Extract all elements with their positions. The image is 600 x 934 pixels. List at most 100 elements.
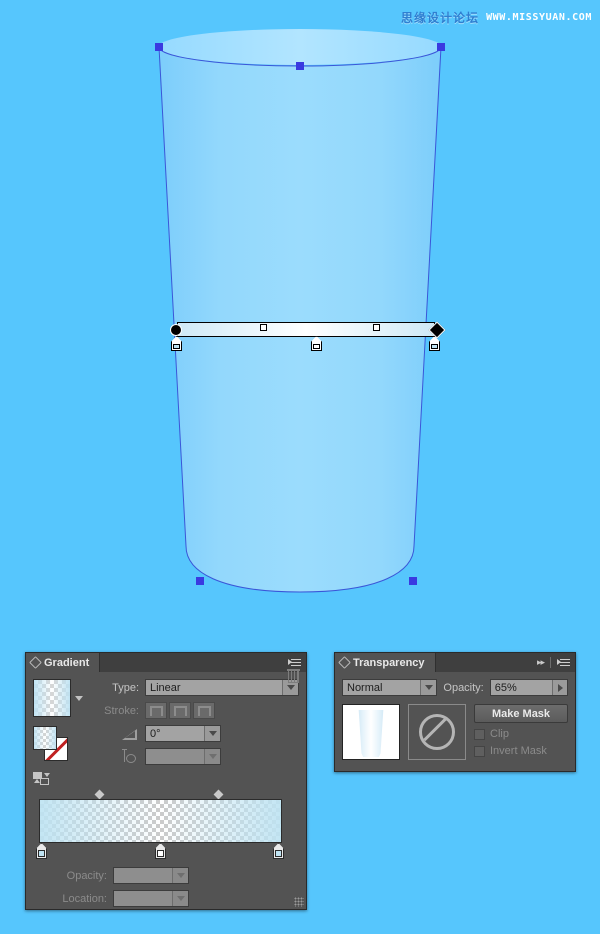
gradient-stroke-row: Stroke: [93, 702, 299, 719]
clip-label: Clip [490, 728, 509, 740]
gradient-slider[interactable] [36, 789, 284, 861]
gradient-panel[interactable]: Gradient Type: Linear Stroke: 0° Opacity… [25, 652, 307, 910]
transparency-panel[interactable]: Transparency ▸▸ Normal Opacity: 65% Make… [334, 652, 576, 772]
gradient-location-label: Location: [62, 892, 107, 905]
panel-menu-icon[interactable] [557, 658, 570, 667]
panel-resize-grip[interactable] [294, 897, 304, 907]
gradient-annotator[interactable] [170, 321, 446, 351]
mask-controls: Make Mask Clip Invert Mask [474, 704, 568, 757]
fill-stroke-mode-icon[interactable] [33, 772, 55, 786]
invert-mask-label: Invert Mask [490, 745, 547, 757]
clip-checkbox[interactable] [474, 728, 485, 740]
fill-swatch[interactable] [33, 726, 57, 750]
gradient-slider-track[interactable] [39, 799, 282, 843]
gradient-swatch-dropdown-icon[interactable] [75, 695, 83, 701]
gradient-location-row: Location: [33, 890, 299, 907]
chevron-down-icon[interactable] [204, 726, 220, 741]
cup-vector [158, 29, 442, 592]
watermark-cn: 思缘设计论坛 [401, 11, 480, 25]
cup-rim-ellipse [158, 29, 442, 65]
gradient-fill-swatch[interactable] [33, 679, 71, 717]
chevron-down-icon[interactable] [204, 749, 220, 764]
gradient-panel-body: Type: Linear Stroke: 0° Opacity: Locatio… [26, 669, 306, 920]
gradient-midpoint-marker[interactable] [213, 789, 224, 800]
opacity-label: Opacity: [443, 681, 484, 694]
blend-mode-value: Normal [343, 680, 421, 695]
opacity-stepper-icon[interactable] [552, 680, 567, 695]
stroke-label: Stroke: [104, 704, 139, 717]
stroke-gradient-along-button[interactable] [169, 702, 191, 719]
illustrator-screenshot: 思缘设计论坛 WWW.MISSYUAN.COM Gradient Type: L… [0, 0, 600, 934]
mask-row: Make Mask Clip Invert Mask [342, 704, 568, 760]
gradient-midpoint-marker[interactable] [94, 789, 105, 800]
transparency-panel-tabbar: Transparency ▸▸ [335, 653, 575, 672]
gradient-opacity-label: Opacity: [66, 869, 107, 882]
thumbnail-cup-shape [358, 710, 384, 757]
gradient-stop-handle[interactable] [311, 336, 322, 351]
gradient-type-value: Linear [146, 680, 282, 695]
gradient-angle-row: 0° [93, 725, 299, 742]
opacity-value: 65% [490, 680, 552, 695]
gradient-angle-icon [122, 727, 139, 740]
gradient-aspect-row [93, 748, 299, 765]
artwork-thumbnail[interactable] [342, 704, 400, 760]
gradient-aspect-value [146, 749, 204, 764]
gradient-stops-row [36, 843, 284, 861]
gradient-midpoint-row [39, 789, 282, 800]
paper-cup-artwork[interactable] [0, 0, 600, 640]
gradient-location-value [114, 891, 172, 906]
gradient-midpoint-marker[interactable] [260, 324, 267, 331]
gradient-right-column: Type: Linear Stroke: 0° [93, 679, 299, 786]
gradient-midpoint-marker[interactable] [373, 324, 380, 331]
stroke-gradient-across-button[interactable] [193, 702, 215, 719]
cup-body-path [159, 47, 441, 592]
clip-checkbox-row[interactable]: Clip [474, 728, 568, 740]
gradient-left-column [33, 679, 85, 786]
gradient-panel-tabbar: Gradient [26, 653, 306, 672]
fill-stroke-indicator-icon[interactable] [33, 726, 69, 762]
gradient-stop-handle[interactable] [273, 843, 284, 859]
gradient-aspect-input[interactable] [145, 748, 221, 765]
gradient-stop-handle[interactable] [429, 336, 440, 351]
gradient-opacity-input[interactable] [113, 867, 189, 884]
delete-stop-icon[interactable] [287, 669, 300, 684]
gradient-slider-fill [40, 800, 281, 842]
tab-transparency-label: Transparency [353, 656, 425, 669]
transparency-panel-body: Normal Opacity: 65% Make Mask Clip Inver… [335, 672, 575, 767]
gradient-opacity-row: Opacity: [33, 867, 299, 884]
tab-gradient-label: Gradient [44, 656, 90, 669]
no-mask-icon [419, 714, 455, 750]
blend-mode-select[interactable]: Normal [342, 679, 438, 696]
opacity-input[interactable]: 65% [489, 679, 568, 696]
gradient-stop-handle[interactable] [155, 843, 166, 859]
gradient-location-input[interactable] [113, 890, 189, 907]
gradient-type-select[interactable]: Linear [145, 679, 299, 696]
stroke-gradient-within-button[interactable] [145, 702, 167, 719]
watermark: 思缘设计论坛 WWW.MISSYUAN.COM [401, 9, 592, 26]
gradient-type-row: Type: Linear [93, 679, 299, 696]
mask-thumbnail[interactable] [408, 704, 466, 760]
chevron-down-icon[interactable] [172, 868, 188, 883]
gradient-aspect-ratio-icon [122, 749, 139, 764]
gradient-angle-value: 0° [146, 726, 204, 741]
expand-chevrons-icon[interactable]: ▸▸ [537, 657, 545, 668]
chevron-down-icon[interactable] [172, 891, 188, 906]
blend-opacity-row: Normal Opacity: 65% [342, 679, 568, 696]
type-label: Type: [112, 681, 139, 694]
gradient-opacity-value [114, 868, 172, 883]
invert-mask-checkbox-row[interactable]: Invert Mask [474, 745, 568, 757]
gradient-stop-handle[interactable] [171, 336, 182, 351]
gradient-origin-handle[interactable] [170, 324, 182, 336]
gradient-annotator-bar[interactable] [177, 322, 435, 337]
invert-mask-checkbox[interactable] [474, 745, 485, 757]
make-mask-button[interactable]: Make Mask [474, 704, 568, 723]
tab-transparency[interactable]: Transparency [335, 653, 436, 672]
panel-grip-icon [29, 656, 42, 669]
watermark-en: WWW.MISSYUAN.COM [486, 12, 592, 23]
panel-menu-icon[interactable] [288, 658, 301, 667]
gradient-angle-input[interactable]: 0° [145, 725, 221, 742]
chevron-down-icon[interactable] [420, 680, 437, 695]
gradient-stop-handle[interactable] [36, 843, 47, 859]
toolbar-divider [550, 657, 551, 668]
tab-gradient[interactable]: Gradient [26, 653, 101, 672]
